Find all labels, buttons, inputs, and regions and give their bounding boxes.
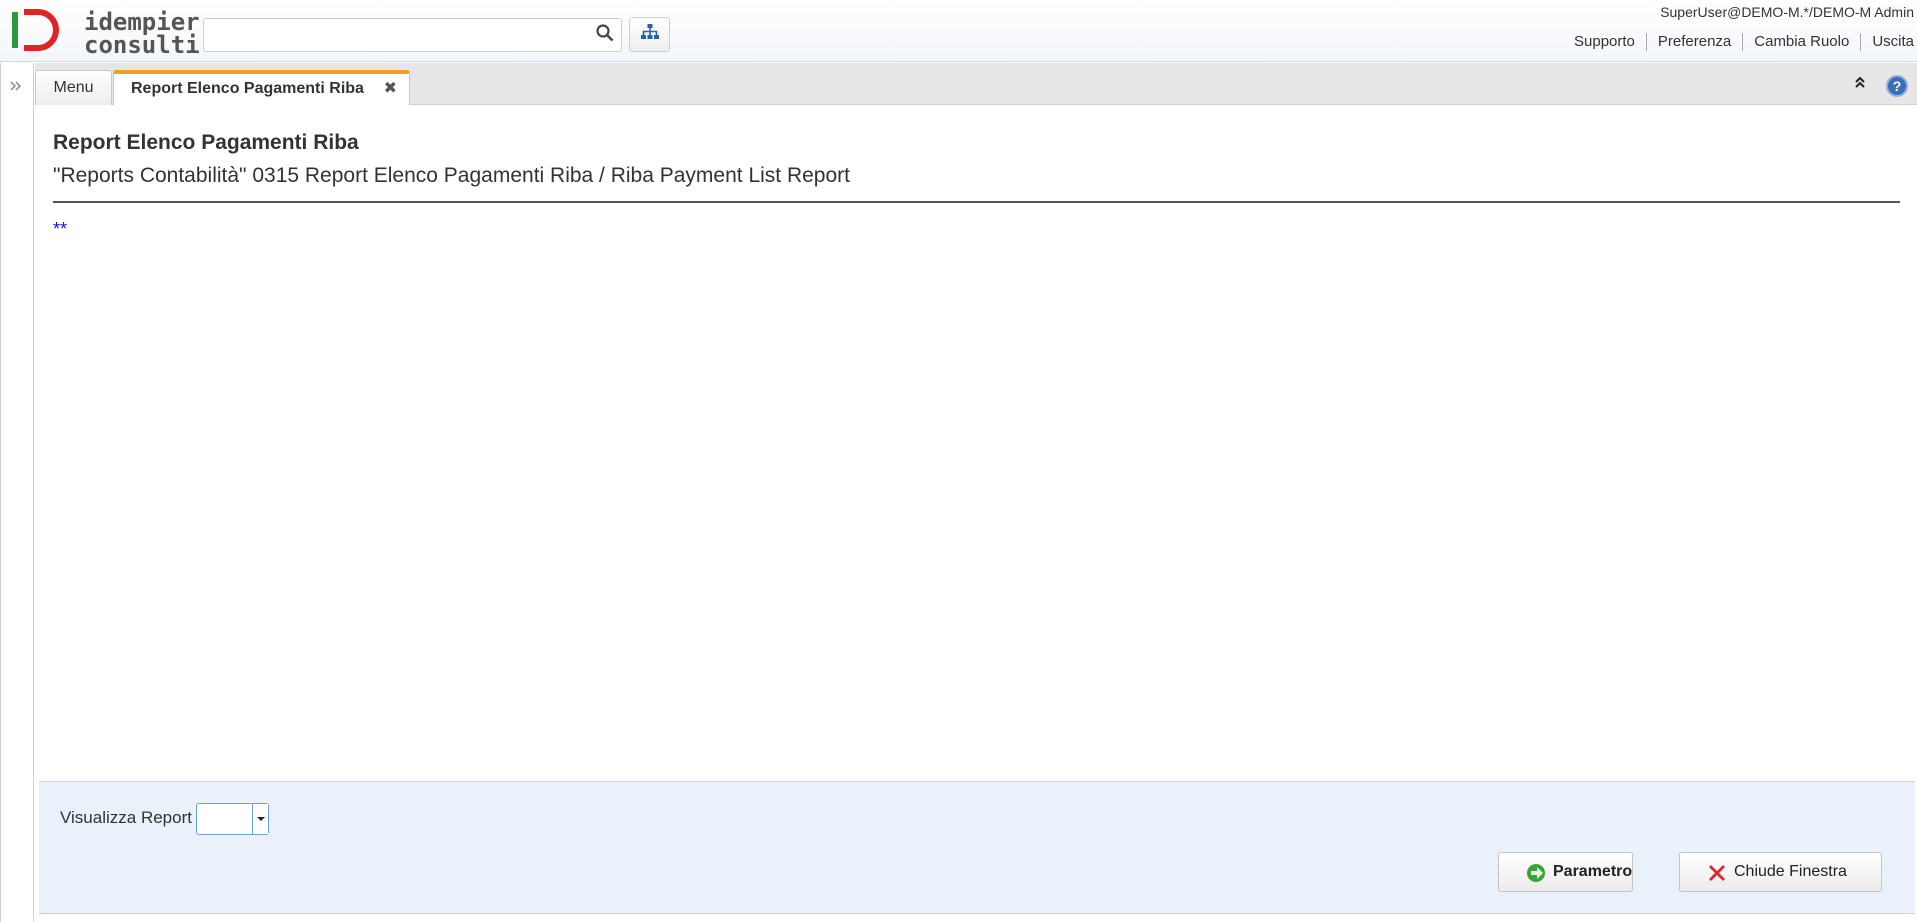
global-search-input[interactable]: [203, 18, 590, 52]
visualizza-report-select[interactable]: [196, 803, 269, 835]
parametro-button[interactable]: Parametro: [1498, 852, 1633, 892]
link-preferenza[interactable]: Preferenza: [1645, 33, 1742, 51]
tab-report-elenco-pagamenti-riba[interactable]: Report Elenco Pagamenti Riba ✖: [113, 70, 410, 105]
west-panel-collapsed: [0, 63, 34, 922]
collapse-icon[interactable]: [1853, 75, 1867, 92]
tree-menu-icon: [640, 24, 659, 45]
process-footer: Visualizza Report Parametro Chiude Fines…: [39, 781, 1915, 914]
tab-label: Report Elenco Pagamenti Riba: [131, 80, 364, 97]
link-uscita[interactable]: Uscita: [1860, 33, 1917, 51]
parametro-label: Parametro: [1553, 863, 1633, 880]
header-bar: idempiere consulting SuperUser@DEMO-M.*/…: [0, 0, 1917, 62]
process-content: Report Elenco Pagamenti Riba "Reports Co…: [35, 106, 1917, 781]
chiude-finestra-button[interactable]: Chiude Finestra: [1679, 852, 1882, 892]
close-tab-icon[interactable]: ✖: [384, 74, 397, 104]
close-x-icon: [1706, 862, 1728, 884]
tab-menu[interactable]: Menu: [35, 70, 112, 105]
idempiere-logo[interactable]: idempiere consulting: [10, 6, 229, 59]
required-mark: **: [53, 219, 68, 239]
expand-panel-icon[interactable]: [9, 79, 23, 98]
visualizza-report-label: Visualizza Report: [60, 808, 192, 827]
header-links: Supporto Preferenza Cambia Ruolo Uscita: [1563, 33, 1917, 51]
dropdown-caret-icon[interactable]: [252, 804, 268, 834]
param-arrow-icon: [1525, 862, 1547, 884]
title-divider: [53, 201, 1900, 203]
chiude-finestra-label: Chiude Finestra: [1734, 863, 1847, 880]
search-button[interactable]: [589, 18, 622, 52]
search-icon: [596, 23, 614, 47]
help-icon[interactable]: ?: [1886, 75, 1908, 97]
link-supporto[interactable]: Supporto: [1563, 33, 1646, 51]
process-description: "Reports Contabilità" 0315 Report Elenco…: [53, 164, 850, 187]
user-info: SuperUser@DEMO-M.*/DEMO-M Admin: [1660, 4, 1914, 20]
tab-bar: Menu Report Elenco Pagamenti Riba ✖ ?: [35, 63, 1917, 105]
tree-menu-button[interactable]: [629, 17, 670, 52]
link-cambia-ruolo[interactable]: Cambia Ruolo: [1742, 33, 1860, 51]
svg-text:consulting: consulting: [84, 31, 200, 58]
page-title: Report Elenco Pagamenti Riba: [53, 131, 359, 154]
